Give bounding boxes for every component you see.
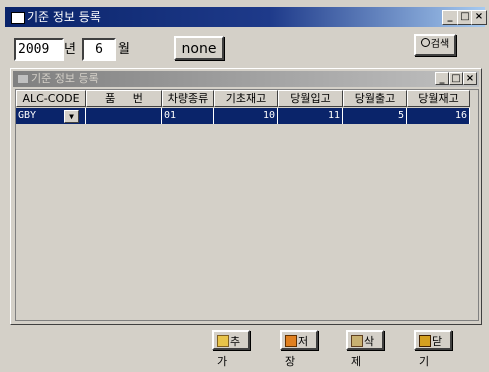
add-icon [217,335,229,347]
trash-icon [351,335,363,347]
inner-close-button[interactable]: × [463,72,477,85]
inner-window-icon [17,74,29,84]
minimize-button[interactable]: _ [442,10,458,25]
col-header-month-out[interactable]: 당월출고 [343,90,407,107]
col-header-base-stock[interactable]: 기초재고 [214,90,278,107]
data-grid: ALC-CODE 품 번 차량종류 기초재고 당월입고 당월출고 당월재고 GB… [15,89,479,321]
col-header-vehicle-type[interactable]: 차량종류 [162,90,214,107]
main-window: 기준 정보 등록 _ □ × 2009 년 6 월 none 검색 기준 정보 … [0,0,489,371]
cell-month-in[interactable]: 11 [278,108,343,124]
save-button[interactable]: 저장 [280,330,318,368]
col-header-alc-code[interactable]: ALC-CODE [16,90,86,107]
cell-month-out[interactable]: 5 [343,108,407,124]
month-input[interactable]: 6 [82,38,116,61]
none-button[interactable]: none [174,36,224,60]
year-input[interactable]: 2009 [14,38,64,61]
cell-vehicle-type[interactable]: 01 [162,108,214,124]
close-button[interactable]: × [471,10,487,25]
inner-window: 기준 정보 등록 _ □ × ALC-CODE 품 번 차량종류 기초재고 당월… [10,68,482,325]
search-label: 검색 [430,39,450,50]
year-label: 년 [64,42,76,57]
inner-window-title: 기준 정보 등록 [31,72,99,85]
inner-title-bar: 기준 정보 등록 _ □ × [13,71,479,87]
window-icon [11,12,25,24]
col-header-part-no[interactable]: 품 번 [86,90,162,107]
chevron-down-icon[interactable]: ▼ [64,110,79,123]
cell-base-stock[interactable]: 10 [214,108,278,124]
search-icon [420,38,430,47]
alc-code-value: GBY [18,110,37,121]
delete-button[interactable]: 삭제 [346,330,384,368]
col-header-month-stock[interactable]: 당월재고 [407,90,470,107]
month-label: 월 [118,42,130,57]
alc-code-dropdown[interactable]: GBY ▼ [16,108,86,124]
search-button[interactable]: 검색 [414,34,456,56]
window-title: 기준 정보 등록 [27,10,101,24]
grid-header: ALC-CODE 품 번 차량종류 기초재고 당월입고 당월출고 당월재고 [16,90,470,107]
inner-minimize-button[interactable]: _ [435,72,449,85]
add-button[interactable]: 추가 [212,330,250,368]
title-bar: 기준 정보 등록 _ □ × [5,7,487,27]
col-header-month-in[interactable]: 당월입고 [278,90,343,107]
door-exit-icon [419,335,431,347]
close-form-button[interactable]: 닫기 [414,330,452,368]
inner-maximize-button[interactable]: □ [449,72,463,85]
table-row[interactable]: GBY ▼ 01 10 11 5 16 [16,108,470,124]
cell-part-no[interactable] [86,108,162,124]
cell-month-stock[interactable]: 16 [407,108,470,124]
save-icon [285,335,297,347]
